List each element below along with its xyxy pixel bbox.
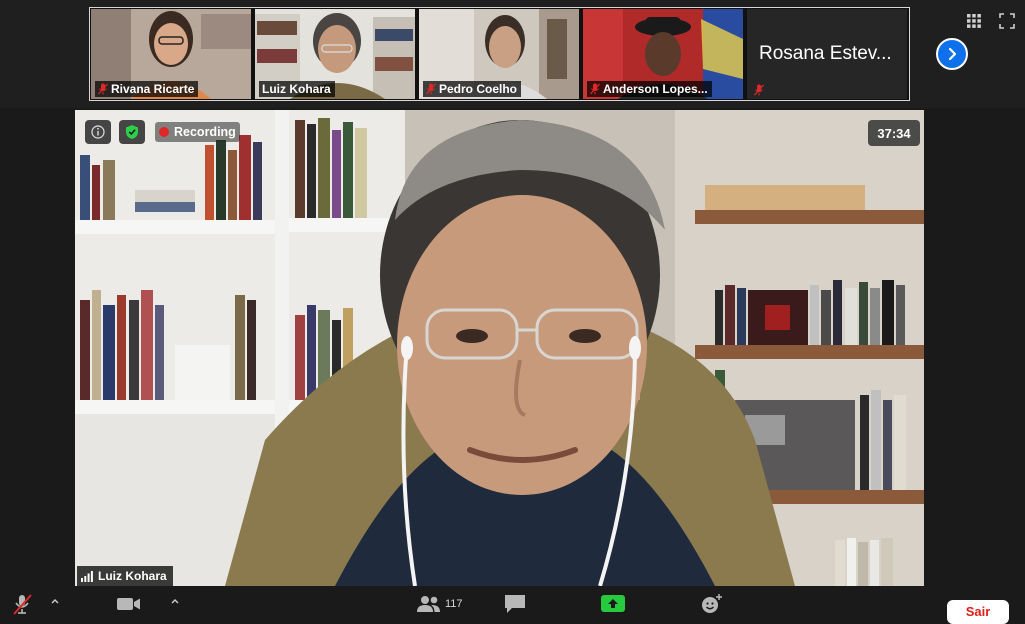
- chat-icon: [505, 595, 525, 613]
- recording-label: Recording: [174, 125, 236, 139]
- meeting-toolbar: 117 Sair: [0, 588, 1025, 624]
- microphone-muted-icon: [590, 83, 600, 95]
- audio-options-chevron-icon[interactable]: [49, 595, 61, 607]
- participant-label: [751, 83, 768, 97]
- participant-name: Pedro Coelho: [439, 82, 518, 96]
- participant-tile-rosana[interactable]: Rosana Estev...: [747, 9, 907, 99]
- participant-tile-rivana[interactable]: Rivana Ricarte: [91, 9, 251, 99]
- leave-meeting-button[interactable]: Sair: [947, 600, 1009, 624]
- participants-icon: [417, 596, 440, 612]
- unmute-button[interactable]: [10, 591, 34, 617]
- chevron-right-icon: [948, 47, 957, 61]
- reactions-button[interactable]: [700, 591, 724, 617]
- microphone-muted-icon: [426, 83, 436, 95]
- signal-bars-icon: [81, 570, 93, 582]
- participant-label: Rivana Ricarte: [95, 81, 199, 97]
- participant-label: Anderson Lopes...: [587, 81, 712, 97]
- shield-check-icon: [126, 125, 138, 139]
- participant-label: Luiz Kohara: [259, 81, 335, 97]
- participants-count: 117: [445, 598, 463, 610]
- info-icon: [91, 125, 105, 139]
- meeting-info-button[interactable]: [85, 120, 111, 144]
- video-camera-icon: [117, 598, 140, 610]
- fullscreen-icon[interactable]: [998, 12, 1016, 30]
- microphone-muted-icon: [754, 84, 764, 96]
- microphone-muted-icon: [98, 83, 108, 95]
- participant-label: Pedro Coelho: [423, 81, 522, 97]
- next-page-button[interactable]: [936, 38, 968, 70]
- share-screen-button[interactable]: [600, 591, 626, 617]
- chat-button[interactable]: [503, 591, 527, 617]
- thumbnail-strip: Rivana Ricarte Luiz Kohara Pedro Coelho …: [0, 0, 1025, 108]
- video-button[interactable]: [116, 591, 142, 617]
- participant-name: Anderson Lopes...: [603, 82, 708, 96]
- security-button[interactable]: [119, 120, 145, 144]
- participant-name: Luiz Kohara: [262, 82, 331, 96]
- active-speaker-video: Recording 37:34 Luiz Kohara: [75, 110, 924, 586]
- grid-view-icon[interactable]: [965, 12, 983, 30]
- recording-dot-icon: [159, 127, 169, 137]
- active-speaker-label: Luiz Kohara: [77, 566, 173, 586]
- participant-name-large: Rosana Estev...: [759, 43, 892, 64]
- participant-tile-luiz[interactable]: Luiz Kohara: [255, 9, 415, 99]
- recording-indicator[interactable]: Recording: [155, 122, 240, 142]
- microphone-muted-icon: [13, 594, 32, 615]
- participant-name: Rivana Ricarte: [111, 82, 195, 96]
- meeting-timer: 37:34: [868, 120, 920, 146]
- share-screen-icon: [601, 595, 625, 612]
- active-speaker-name: Luiz Kohara: [98, 569, 167, 583]
- reactions-icon: [702, 594, 722, 613]
- participant-tile-anderson[interactable]: Anderson Lopes...: [583, 9, 743, 99]
- participant-tile-pedro[interactable]: Pedro Coelho: [419, 9, 579, 99]
- video-options-chevron-icon[interactable]: [169, 595, 181, 607]
- speaker-video-frame: [75, 110, 924, 586]
- participants-button[interactable]: 117: [416, 591, 463, 617]
